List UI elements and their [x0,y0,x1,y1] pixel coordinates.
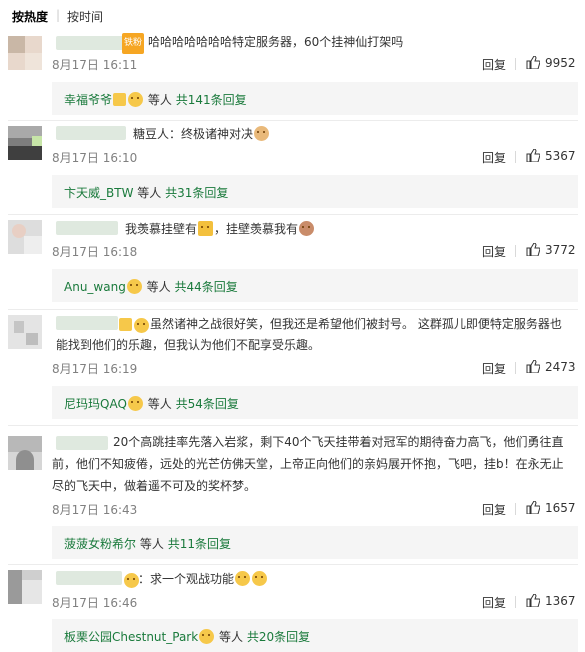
comment-text: 铁粉 哈哈哈哈哈哈哈特定服务器，60个挂神仙打架吗 [122,32,577,54]
comment-time: 8月17日 16:43 [52,503,138,517]
crown-icon [198,221,214,236]
thumbs-up-icon[interactable] [526,360,540,373]
thumbs-up-icon[interactable] [526,501,540,514]
reply-username[interactable]: Anu_wang [64,280,126,294]
comment-time: 8月17日 16:11 [52,58,138,72]
reply-summary[interactable]: Anu_wang 等人 共44条回复 [52,269,578,302]
comment-divider [8,564,578,565]
reply-summary[interactable]: 尼玛玛QAQ 等人 共54条回复 [52,386,578,419]
sort-divider: | [56,8,61,22]
reply-username[interactable]: 尼玛玛QAQ [64,397,127,411]
action-divider [515,362,516,374]
username-blurred[interactable] [56,221,118,235]
reply-count[interactable]: 共20条回复 [247,630,310,644]
thumbs-up-icon[interactable] [526,243,540,256]
like-count: 5367 [545,149,576,163]
like-count: 2473 [545,360,576,374]
reply-button[interactable]: 回复 [482,594,506,611]
avatar[interactable] [8,570,42,604]
comment-text: 20个高跳挂率先落入岩浆，剩下40个飞天挂带着对冠军的期待奋力高飞，他们勇往直 [113,435,564,449]
like-count: 3772 [545,243,576,257]
comment-divider [8,120,578,121]
comment-text: ：求一个观战功能 [138,569,577,590]
comment-text: 我羡慕挂壁有 ，挂壁羡慕我有 [125,219,577,240]
reply-button[interactable]: 回复 [482,243,506,260]
avatar[interactable] [8,220,42,254]
like-count: 1367 [545,594,576,608]
reply-button[interactable]: 回复 [482,149,506,166]
action-divider [515,503,516,515]
emoji-icon [199,629,215,644]
username-blurred[interactable] [56,36,124,50]
action-divider [515,58,516,70]
comment-text-line2: 能找到他们的乐趣，但我认为他们不配享受乐趣。 [56,338,321,352]
thumbs-up-icon[interactable] [526,594,540,607]
thumbs-up-icon[interactable] [526,56,540,69]
reply-button[interactable]: 回复 [482,56,506,73]
comment-time: 8月17日 16:19 [52,362,138,376]
fan-badge: 铁粉 [122,33,145,54]
reply-username[interactable]: 板栗公园Chestnut_Park [64,630,198,644]
username-blurred[interactable] [56,571,122,585]
vip-icon [113,93,127,106]
action-divider [515,151,516,163]
action-divider [515,596,516,608]
username-blurred[interactable] [56,316,118,330]
face-emoji-icon [299,221,315,236]
comment-divider [8,214,578,215]
reply-button[interactable]: 回复 [482,360,506,377]
reply-count[interactable]: 共44条回复 [174,280,237,294]
reply-count[interactable]: 共141条回复 [176,93,247,107]
like-count: 1657 [545,501,576,515]
avatar[interactable] [8,436,42,470]
emoji-icon [235,571,251,586]
username-blurred[interactable] [56,126,126,140]
reply-summary[interactable]: 菠菠女粉希尔 等人 共11条回复 [52,526,578,559]
thumbs-up-icon[interactable] [526,149,540,162]
comment-text-line2: 前，他们不知疲倦，远处的光芒仿佛天堂，上帝正向他们的亲妈展开怀抱，飞吧，挂b！在… [52,457,564,471]
comment-time: 8月17日 16:46 [52,596,138,610]
comment-time: 8月17日 16:10 [52,151,138,165]
sort-bar: 按热度 | 按时间 [0,0,585,30]
reply-summary[interactable]: 幸福爷爷 等人 共141条回复 [52,82,578,115]
emoji-icon [128,92,144,107]
sort-by-time-tab[interactable]: 按时间 [67,8,103,25]
comment-time: 8月17日 16:18 [52,245,138,259]
emoji-icon [134,318,149,333]
avatar[interactable] [8,36,42,70]
reply-summary[interactable]: 板栗公园Chestnut_Park 等人 共20条回复 [52,619,578,652]
reply-summary[interactable]: 卞天威_BTW 等人 共31条回复 [52,175,578,208]
reply-count[interactable]: 共54条回复 [176,397,239,411]
reply-username[interactable]: 幸福爷爷 [64,93,112,107]
action-divider [515,245,516,257]
comment-divider [8,425,578,426]
avatar[interactable] [8,315,42,349]
emoji-icon [126,279,142,294]
comment-text-line3: 尽的飞天中，做着遥不可及的奖杯梦。 [52,479,257,493]
emoji-icon [252,571,268,586]
reply-count[interactable]: 共11条回复 [168,537,231,551]
username-blurred[interactable] [56,436,108,450]
like-count: 9952 [545,56,576,70]
cat-emoji-icon [254,126,270,141]
comment-text: 虽然诸神之战很好笑，但我还是希望他们被封号。 这群孤儿即便特定服务器也 [150,317,562,331]
reply-username[interactable]: 菠菠女粉希尔 [64,537,136,551]
sort-by-hot-tab[interactable]: 按热度 [12,8,48,25]
reply-count[interactable]: 共31条回复 [165,186,228,200]
avatar[interactable] [8,126,42,160]
reply-button[interactable]: 回复 [482,501,506,518]
emoji-icon [124,573,139,588]
vip-icon [119,318,132,331]
comment-divider [8,309,578,310]
emoji-icon [127,396,143,411]
comment-text: 糖豆人：终极诸神对决 [133,124,577,145]
reply-username[interactable]: 卞天威_BTW [64,186,133,200]
